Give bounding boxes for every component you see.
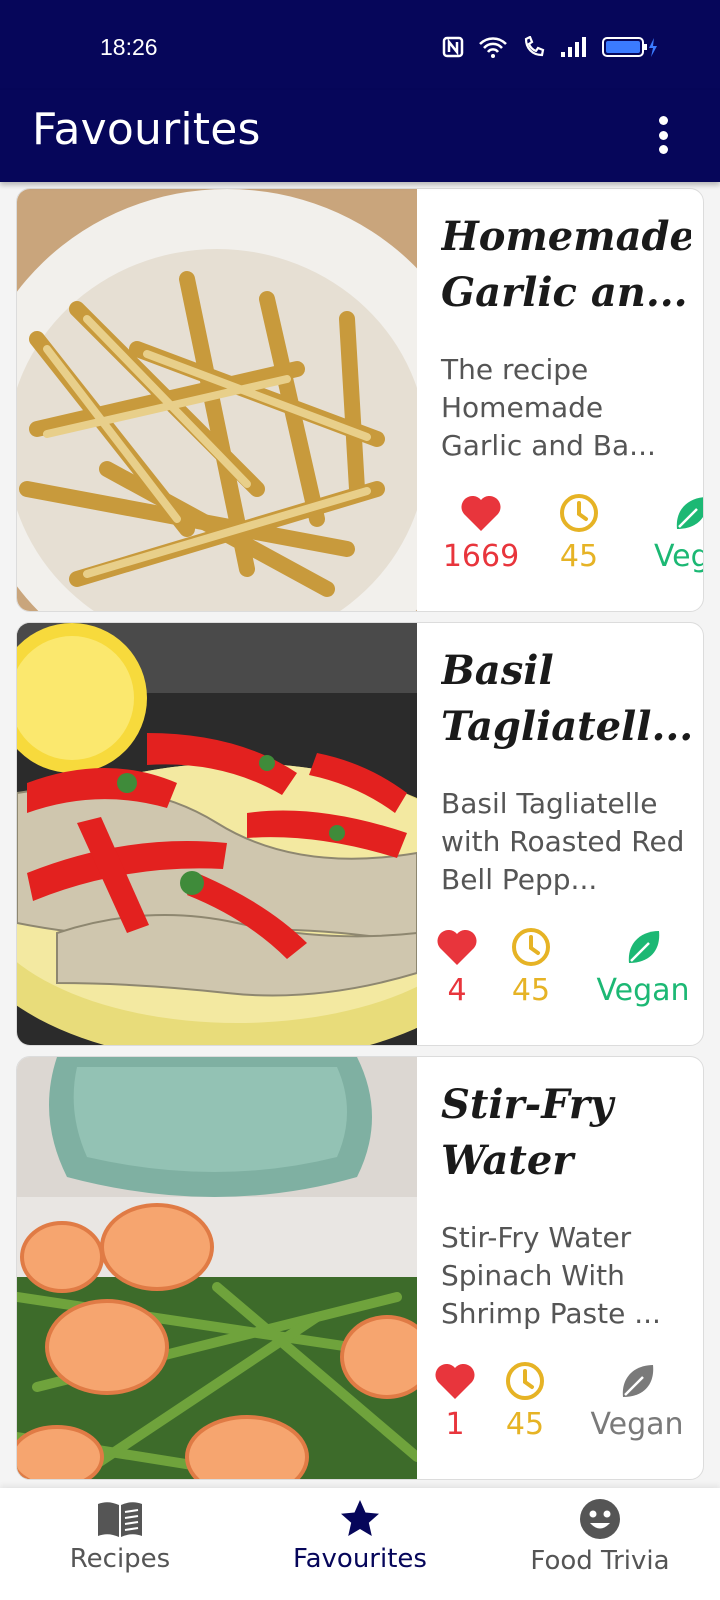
- time-stat: 45: [471, 923, 591, 1008]
- favourites-list: Homemade Garlic an... The recipe Homemad…: [0, 182, 720, 1488]
- likes-count: 1: [445, 1407, 465, 1442]
- recipe-stats: 4 45 Vegan: [417, 923, 703, 1033]
- bottom-navigation: Recipes Favourites Food Trivia: [0, 1488, 720, 1600]
- time-stat: 45: [465, 1357, 585, 1442]
- call-icon: [524, 36, 545, 57]
- likes-count: 4: [447, 973, 467, 1008]
- recipe-title: Homemade Garlic an...: [441, 213, 691, 316]
- status-icons: [442, 36, 660, 58]
- minutes-count: 45: [559, 539, 599, 574]
- status-time: 18:26: [100, 34, 158, 60]
- wifi-icon: [479, 37, 507, 58]
- nav-item-food-trivia[interactable]: Food Trivia: [480, 1498, 720, 1576]
- signal-icon: [561, 37, 586, 57]
- nfc-icon: [442, 36, 464, 58]
- clock-icon: [506, 1362, 544, 1400]
- recipe-title: Basil Tagliatell...: [441, 647, 691, 750]
- clock-icon: [512, 928, 550, 966]
- overflow-menu-icon[interactable]: [650, 110, 676, 160]
- star-icon: [341, 1500, 379, 1536]
- vegan-stat: Vegan: [577, 1357, 697, 1442]
- nav-item-recipes[interactable]: Recipes: [0, 1498, 240, 1574]
- vegan-label: Vega: [653, 539, 703, 574]
- smiley-icon: [580, 1499, 620, 1539]
- recipe-description: Basil Tagliatelle with Roasted Red Bell …: [441, 787, 685, 896]
- recipe-title: Stir-Fry Water Spi...: [441, 1081, 614, 1184]
- nav-label: Favourites: [293, 1544, 427, 1574]
- recipe-description: The recipe Homemade Garlic and Ba...: [441, 353, 656, 462]
- nav-label: Recipes: [69, 1544, 171, 1574]
- recipe-card[interactable]: Basil Tagliatell... Basil Tagliatelle wi…: [16, 622, 704, 1046]
- heart-icon: [461, 495, 501, 531]
- likes-count: 1669: [442, 539, 520, 574]
- recipe-description: Stir-Fry Water Spinach With Shrimp Paste…: [441, 1221, 661, 1330]
- recipe-card[interactable]: Homemade Garlic an... The recipe Homemad…: [16, 188, 704, 612]
- vegan-label: Vegan: [596, 973, 690, 1008]
- status-bar: 18:26: [0, 0, 720, 90]
- minutes-count: 45: [511, 973, 551, 1008]
- book-icon: [98, 1502, 142, 1537]
- page-title: Favourites: [32, 104, 261, 155]
- recipe-image: [17, 1057, 417, 1479]
- leaf-icon: [628, 931, 660, 963]
- vegan-stat: Vega: [631, 489, 703, 574]
- nav-label: Food Trivia: [530, 1546, 670, 1576]
- recipe-image: [17, 189, 417, 611]
- recipe-card[interactable]: Stir-Fry Water Spi... Stir-Fry Water Spi…: [16, 1056, 704, 1480]
- nav-item-favourites[interactable]: Favourites: [240, 1498, 480, 1574]
- recipe-stats: 1669 45 Vega: [417, 489, 703, 599]
- vegan-label: Vegan: [590, 1407, 684, 1442]
- leaf-icon: [622, 1365, 654, 1397]
- battery-icon: [602, 37, 657, 57]
- leaf-icon: [676, 497, 703, 529]
- minutes-count: 45: [505, 1407, 545, 1442]
- clock-icon: [560, 494, 598, 532]
- recipe-stats: 1 45 Vegan: [417, 1357, 703, 1467]
- time-stat: 45: [519, 489, 639, 574]
- app-bar: Favourites: [0, 90, 720, 182]
- recipe-image: [17, 623, 417, 1045]
- vegan-stat: Vegan: [583, 923, 703, 1008]
